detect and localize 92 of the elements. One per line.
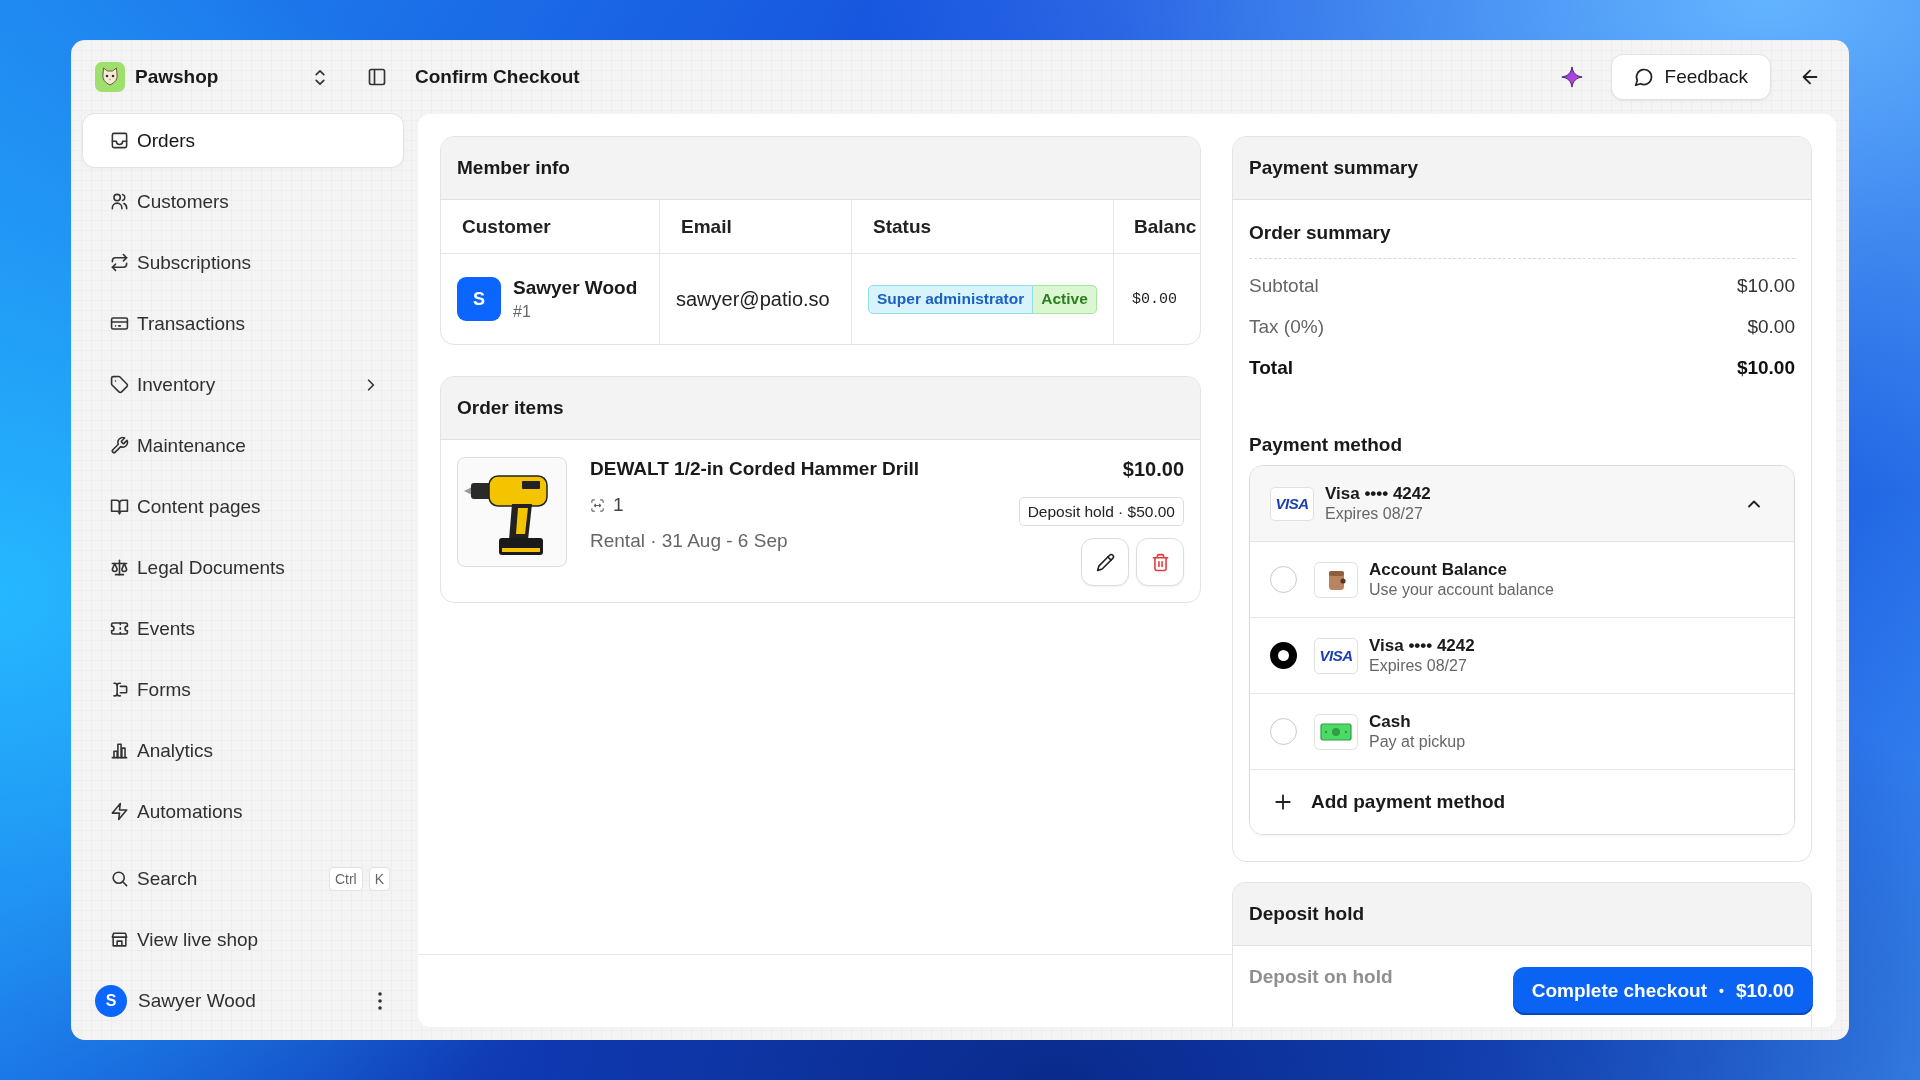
card-title: Order items: [457, 397, 564, 419]
card-title: Member info: [457, 157, 570, 179]
column-header: Status: [873, 215, 932, 238]
nav-item[interactable]: Maintenance: [83, 419, 403, 472]
radio-button[interactable]: [1270, 642, 1297, 669]
card-title: Payment summary: [1249, 157, 1418, 179]
rental-details: Rental · 31 Aug - 6 Sep: [590, 529, 789, 553]
role-tag: Super administrator: [868, 284, 1034, 314]
credit-card-icon: [110, 314, 129, 333]
tag-icon: [110, 375, 129, 394]
wallet-icon: [1314, 561, 1358, 598]
section-title: Order summary: [1249, 221, 1392, 245]
customer-name: Sawyer Wood: [513, 277, 638, 299]
summary-value: $10.00: [1736, 274, 1795, 297]
sidebar-toggle-icon[interactable]: [367, 67, 387, 87]
member-avatar: S: [457, 277, 501, 321]
quantity-value: 1: [613, 494, 624, 516]
deposit-label: Deposit on hold: [1249, 966, 1393, 987]
chat-bubble-icon: [1633, 67, 1654, 87]
cat-logo-icon[interactable]: [95, 62, 125, 92]
method-subtitle: Pay at pickup: [1369, 732, 1467, 752]
nav-item[interactable]: Customers: [83, 175, 403, 228]
summary-label: Tax (0%): [1249, 315, 1324, 338]
book-icon: [110, 497, 129, 516]
nav-item[interactable]: Automations: [83, 785, 403, 838]
shortcut-key: Ctrl: [328, 866, 363, 891]
summary-value: $10.00: [1736, 356, 1795, 379]
workspace-name[interactable]: Pawshop: [135, 66, 314, 88]
people-icon: [110, 192, 129, 211]
nav-item[interactable]: Content pages: [83, 480, 403, 533]
column-header: Balanc: [1134, 215, 1197, 238]
method-subtitle: Expires 08/27: [1369, 656, 1468, 676]
inbox-icon: [110, 131, 129, 150]
nav-item[interactable]: Forms: [83, 663, 403, 716]
card-logo: VISA: [1314, 637, 1358, 674]
bar-chart-icon: [110, 741, 129, 760]
nav-item[interactable]: Analytics: [83, 724, 403, 777]
lightning-icon: [110, 802, 129, 821]
summary-label: Subtotal: [1249, 274, 1319, 297]
trash-icon: [1150, 552, 1170, 572]
pencil-icon: [1095, 552, 1115, 572]
scales-icon: [110, 558, 129, 577]
nav-item[interactable]: Inventory: [83, 358, 403, 411]
repeat-arrows-icon: [110, 253, 129, 272]
nav-item[interactable]: Orders: [83, 114, 403, 167]
balance-value: $0.00: [1132, 290, 1177, 308]
method-title: Visa •••• 4242: [1369, 635, 1476, 656]
summary-value: $0.00: [1747, 315, 1795, 338]
page-title: Confirm Checkout: [415, 66, 581, 88]
nav-item[interactable]: Events: [83, 602, 403, 655]
status-tag: Active: [1033, 284, 1097, 314]
chevron-right-icon: [366, 376, 376, 393]
text-cursor-icon: [110, 680, 129, 699]
nav-item[interactable]: Legal Documents: [83, 541, 403, 594]
card-title: Deposit hold: [1249, 903, 1365, 925]
bracket-arrows-icon: [590, 497, 605, 513]
method-title: Visa •••• 4242: [1325, 483, 1432, 504]
email-text: sawyer@patio.so: [676, 287, 830, 311]
item-price: $10.00: [1122, 457, 1184, 481]
banknote-icon: [1314, 713, 1358, 750]
edit-button[interactable]: [1081, 538, 1129, 586]
feedback-button[interactable]: Feedback: [1610, 54, 1771, 100]
column-header: Customer: [462, 215, 551, 238]
section-title: Payment method: [1249, 433, 1404, 457]
delete-button[interactable]: [1136, 538, 1184, 586]
product-name: DEWALT 1/2-in Corded Hammer Drill: [590, 457, 921, 481]
user-avatar[interactable]: S: [95, 984, 127, 1017]
nav-item[interactable]: View live shop: [83, 913, 403, 966]
storefront-icon: [110, 930, 129, 949]
complete-checkout-button[interactable]: Complete checkout • $10.00: [1512, 966, 1813, 1015]
deposit-tag: Deposit hold · $50.00: [1018, 497, 1184, 526]
card-logo: VISA: [1270, 486, 1314, 521]
column-header: Email: [681, 215, 732, 238]
ticket-icon: [110, 619, 129, 638]
kebab-menu-icon[interactable]: [378, 991, 382, 1010]
shortcut-key: K: [368, 866, 390, 891]
member-number: #1: [513, 303, 532, 321]
sparkle-icon[interactable]: [1560, 66, 1583, 88]
nav-item[interactable]: Transactions: [83, 297, 403, 350]
search-icon: [110, 869, 129, 888]
chevron-up-down-icon[interactable]: [314, 67, 326, 87]
method-title: Cash: [1369, 711, 1412, 732]
method-subtitle: Expires 08/27: [1325, 504, 1424, 524]
add-payment-method-button[interactable]: Add payment method: [1250, 770, 1794, 834]
plus-icon: [1273, 792, 1293, 812]
summary-label: Total: [1249, 356, 1293, 379]
method-subtitle: Use your account balance: [1369, 580, 1555, 600]
search-button[interactable]: Search Ctrl K: [83, 852, 403, 905]
wrench-icon: [110, 436, 129, 455]
user-name[interactable]: Sawyer Wood: [138, 989, 378, 1012]
method-title: Account Balance: [1369, 559, 1508, 580]
nav-item[interactable]: Subscriptions: [83, 236, 403, 289]
